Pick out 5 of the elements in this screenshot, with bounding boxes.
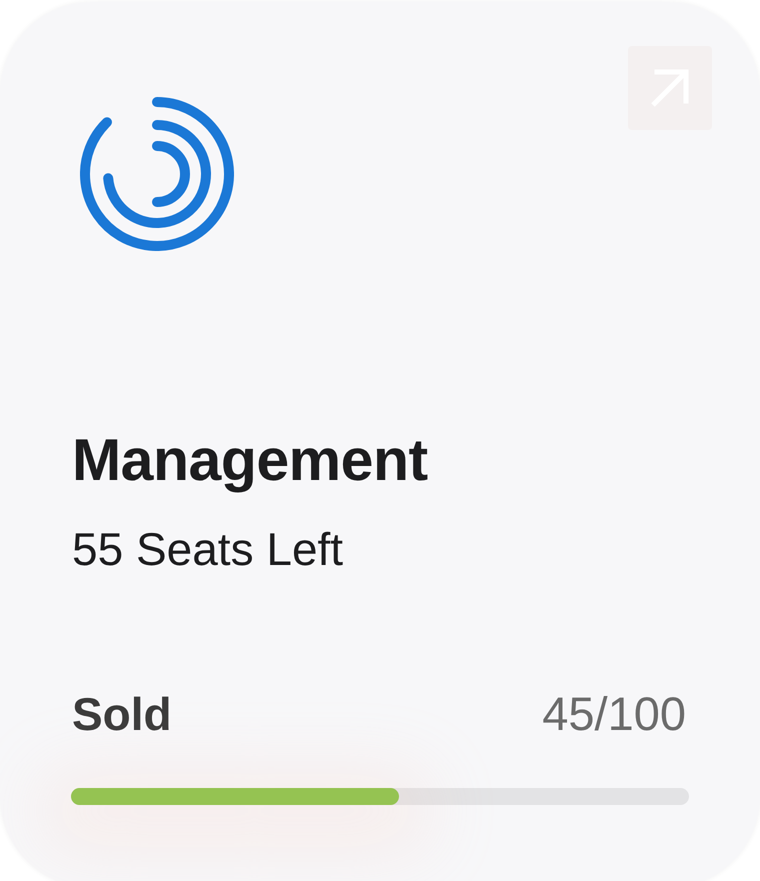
seats-left-text: 55 Seats Left [72, 522, 344, 576]
concentric-arcs-icon [80, 97, 234, 251]
card-title: Management [72, 426, 428, 494]
progress-label: Sold [72, 688, 172, 741]
progress-reading: 45/100 [542, 687, 686, 740]
